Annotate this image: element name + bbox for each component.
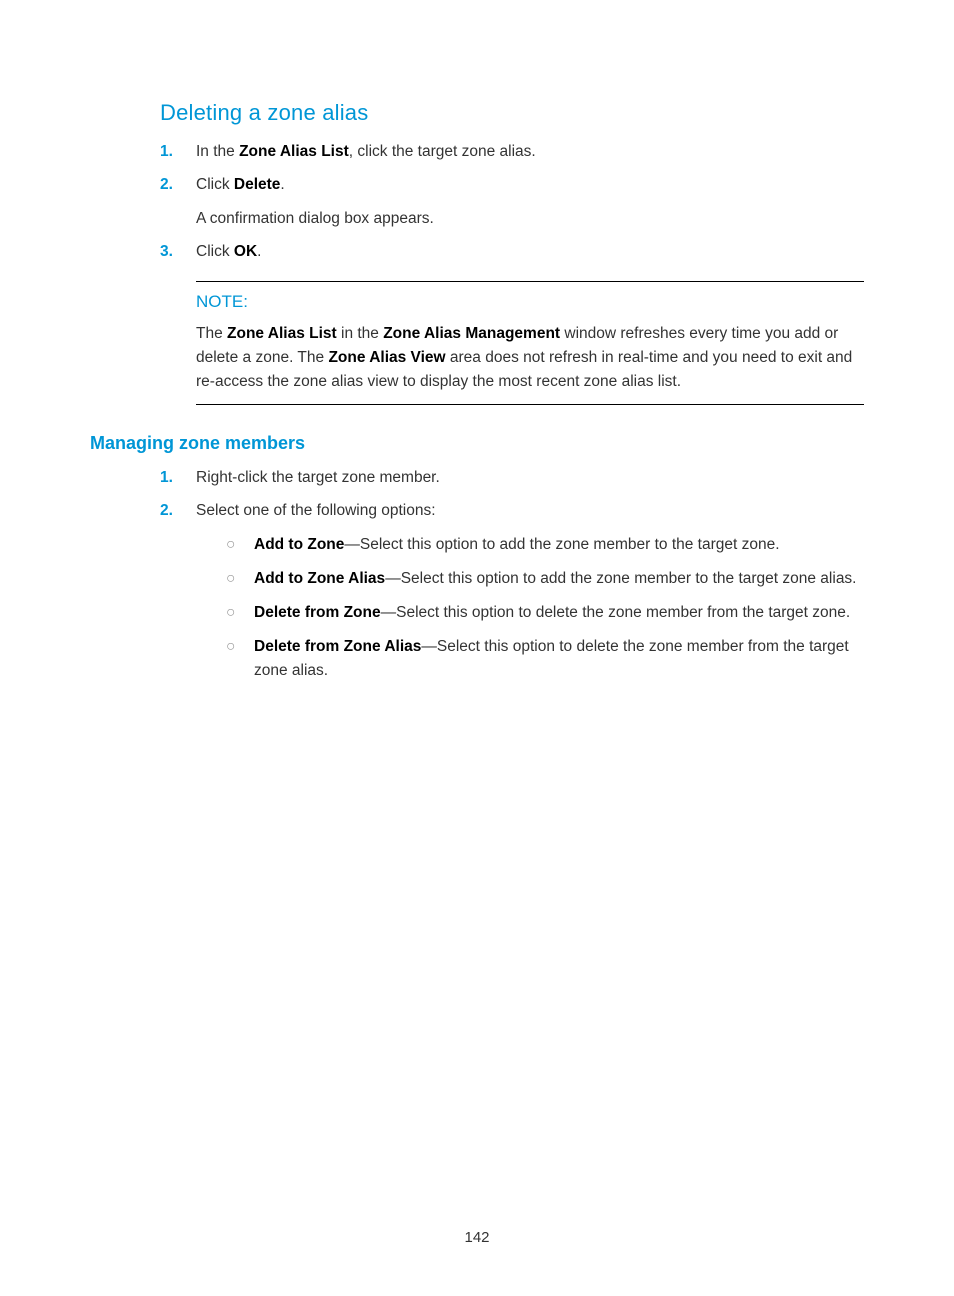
text: —Select this option to add the zone memb…: [344, 536, 779, 553]
list-text: Right-click the target zone member.: [196, 466, 864, 489]
list-number: 2.: [160, 173, 196, 230]
text: —Select this option to add the zone memb…: [385, 570, 856, 587]
ordered-list-1: 1. In the Zone Alias List, click the tar…: [160, 140, 864, 263]
heading-deleting-zone-alias: Deleting a zone alias: [160, 100, 864, 126]
bold-text: Zone Alias List: [239, 143, 349, 160]
list-text: Delete from Zone Alias—Select this optio…: [254, 635, 864, 683]
list-number: 2.: [160, 499, 196, 522]
list-text: Select one of the following options:: [196, 499, 864, 522]
note-box: NOTE: The Zone Alias List in the Zone Al…: [196, 281, 864, 405]
list-item: ○ Delete from Zone—Select this option to…: [196, 601, 864, 625]
list-text: Click OK.: [196, 240, 864, 263]
list-item: ○ Add to Zone—Select this option to add …: [196, 533, 864, 557]
ordered-list-2: 1. Right-click the target zone member. 2…: [160, 466, 864, 683]
text: , click the target zone alias.: [349, 143, 536, 160]
bold-text: Zone Alias Management: [383, 325, 560, 342]
list-item: ○ Add to Zone Alias—Select this option t…: [196, 567, 864, 591]
circle-bullet-icon: ○: [226, 635, 254, 683]
text: Click: [196, 243, 234, 260]
options-list: ○ Add to Zone—Select this option to add …: [196, 533, 864, 683]
list-item: ○ Delete from Zone Alias—Select this opt…: [196, 635, 864, 683]
list-item: 2. Select one of the following options:: [160, 499, 864, 522]
bold-text: OK: [234, 243, 257, 260]
circle-bullet-icon: ○: [226, 533, 254, 557]
list-number: 1.: [160, 466, 196, 489]
list-text: Click Delete. A confirmation dialog box …: [196, 173, 864, 230]
text: .: [280, 176, 284, 193]
note-label: NOTE:: [196, 292, 864, 312]
text: .: [257, 243, 261, 260]
list-number: 3.: [160, 240, 196, 263]
list-item: 3. Click OK.: [160, 240, 864, 263]
list-text: Add to Zone—Select this option to add th…: [254, 533, 864, 557]
followup-text: A confirmation dialog box appears.: [196, 207, 864, 230]
list-item: 1. In the Zone Alias List, click the tar…: [160, 140, 864, 163]
bold-text: Zone Alias View: [328, 349, 445, 366]
text: —Select this option to delete the zone m…: [381, 604, 851, 621]
bold-text: Delete from Zone Alias: [254, 638, 421, 655]
list-item: 1. Right-click the target zone member.: [160, 466, 864, 489]
bold-text: Delete: [234, 176, 281, 193]
list-number: 1.: [160, 140, 196, 163]
bold-text: Delete from Zone: [254, 604, 381, 621]
bold-text: Add to Zone Alias: [254, 570, 385, 587]
bold-text: Add to Zone: [254, 536, 344, 553]
list-text: In the Zone Alias List, click the target…: [196, 140, 864, 163]
circle-bullet-icon: ○: [226, 601, 254, 625]
list-item: 2. Click Delete. A confirmation dialog b…: [160, 173, 864, 230]
bold-text: Zone Alias List: [227, 325, 337, 342]
text: in the: [337, 325, 384, 342]
list-text: Delete from Zone—Select this option to d…: [254, 601, 864, 625]
circle-bullet-icon: ○: [226, 567, 254, 591]
heading-managing-zone-members: Managing zone members: [90, 433, 864, 454]
page-number: 142: [0, 1229, 954, 1246]
document-page: Deleting a zone alias 1. In the Zone Ali…: [0, 0, 954, 1296]
list-text: Add to Zone Alias—Select this option to …: [254, 567, 864, 591]
text: In the: [196, 143, 239, 160]
text: The: [196, 325, 227, 342]
note-body: The Zone Alias List in the Zone Alias Ma…: [196, 322, 864, 394]
text: Click: [196, 176, 234, 193]
